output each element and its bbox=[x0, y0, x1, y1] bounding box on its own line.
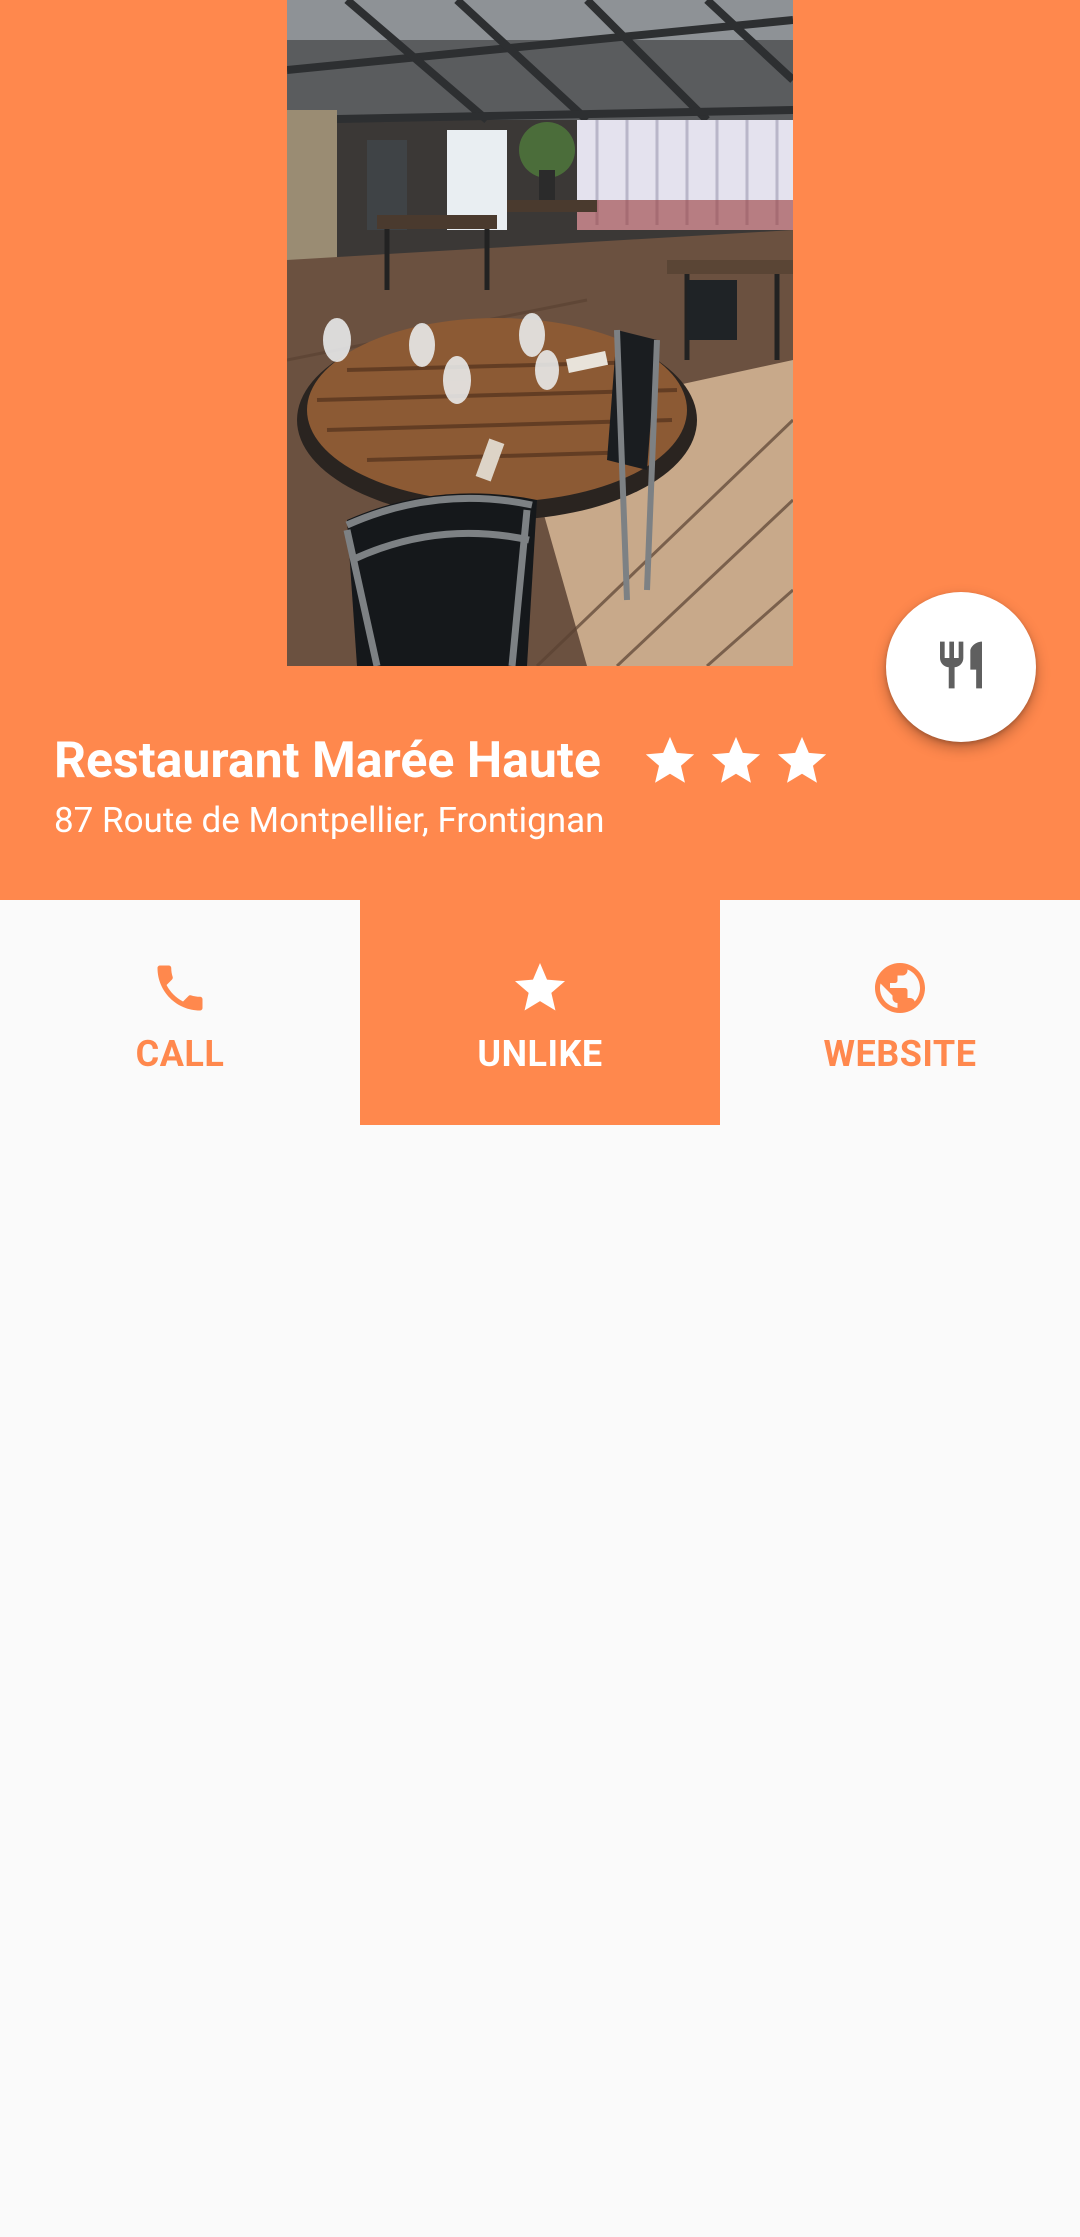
globe-icon bbox=[870, 958, 930, 1018]
restaurant-header: Restaurant Marée Haute 87 Route de Montp… bbox=[0, 0, 1080, 900]
star-icon bbox=[641, 732, 699, 790]
restaurant-address: 87 Route de Montpellier, Frontignan bbox=[54, 800, 605, 841]
action-bar: CALL UNLIKE WEBSITE bbox=[0, 900, 1080, 1125]
restaurant-icon bbox=[933, 637, 989, 697]
unlike-button[interactable]: UNLIKE bbox=[360, 900, 720, 1125]
star-icon bbox=[510, 958, 570, 1018]
restaurant-fab[interactable] bbox=[886, 592, 1036, 742]
star-icon bbox=[773, 732, 831, 790]
call-button[interactable]: CALL bbox=[0, 900, 360, 1125]
call-label: CALL bbox=[135, 1033, 225, 1075]
website-button[interactable]: WEBSITE bbox=[720, 900, 1080, 1125]
restaurant-photo bbox=[287, 0, 793, 666]
rating-stars bbox=[641, 732, 831, 790]
title-row: Restaurant Marée Haute bbox=[54, 726, 831, 796]
unlike-label: UNLIKE bbox=[477, 1033, 603, 1075]
restaurant-name: Restaurant Marée Haute bbox=[54, 732, 601, 790]
star-icon bbox=[707, 732, 765, 790]
phone-icon bbox=[150, 958, 210, 1018]
website-label: WEBSITE bbox=[823, 1033, 977, 1075]
